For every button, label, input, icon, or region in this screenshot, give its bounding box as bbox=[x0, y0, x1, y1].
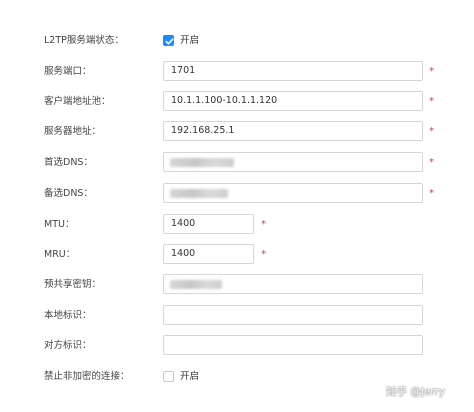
required-mark: * bbox=[261, 219, 266, 230]
required-mark: * bbox=[429, 126, 434, 137]
watermark: 知乎 @jerry bbox=[386, 386, 445, 398]
redacted-value bbox=[170, 189, 228, 198]
mru-row: MRU： 1400 * bbox=[0, 244, 474, 266]
client-pool-row: 客户端地址池： 10.1.1.100-10.1.1.120 * bbox=[0, 91, 474, 113]
primary-dns-row: 首选DNS： * bbox=[0, 152, 474, 174]
required-mark: * bbox=[429, 66, 434, 77]
psk-row: 预共享密钥： bbox=[0, 274, 474, 296]
psk-input[interactable] bbox=[163, 274, 423, 294]
mtu-row: MTU： 1400 * bbox=[0, 214, 474, 236]
peer-id-label: 对方标识： bbox=[44, 340, 92, 351]
server-address-input[interactable]: 192.168.25.1 bbox=[163, 121, 423, 141]
block-unencrypted-checkbox[interactable] bbox=[163, 371, 174, 382]
server-address-label: 服务器地址： bbox=[44, 126, 102, 137]
local-id-input[interactable] bbox=[163, 305, 423, 325]
required-mark: * bbox=[429, 157, 434, 168]
secondary-dns-row: 备选DNS： * bbox=[0, 183, 474, 205]
mtu-label: MTU： bbox=[44, 219, 75, 230]
required-mark: * bbox=[429, 188, 434, 199]
required-mark: * bbox=[429, 96, 434, 107]
primary-dns-input[interactable] bbox=[163, 152, 423, 172]
client-pool-label: 客户端地址池： bbox=[44, 96, 111, 107]
redacted-value bbox=[170, 158, 234, 167]
l2tp-status-label: L2TP服务端状态： bbox=[44, 35, 124, 46]
block-unencrypted-label: 禁止非加密的连接： bbox=[44, 371, 130, 382]
peer-id-row: 对方标识： bbox=[0, 335, 474, 357]
mru-label: MRU： bbox=[44, 249, 76, 260]
secondary-dns-label: 备选DNS： bbox=[44, 188, 93, 199]
client-pool-input[interactable]: 10.1.1.100-10.1.1.120 bbox=[163, 91, 423, 111]
server-address-row: 服务器地址： 192.168.25.1 * bbox=[0, 121, 474, 143]
primary-dns-label: 首选DNS： bbox=[44, 157, 93, 168]
l2tp-status-checkbox[interactable] bbox=[163, 35, 174, 46]
block-unencrypted-checkbox-label: 开启 bbox=[180, 371, 200, 382]
local-id-label: 本地标识： bbox=[44, 310, 92, 321]
psk-label: 预共享密钥： bbox=[44, 279, 102, 290]
mru-input[interactable]: 1400 bbox=[163, 244, 254, 264]
required-mark: * bbox=[261, 249, 266, 260]
l2tp-status-checkbox-label: 开启 bbox=[180, 35, 200, 46]
service-port-label: 服务端口： bbox=[44, 66, 92, 77]
service-port-input[interactable]: 1701 bbox=[163, 61, 423, 81]
peer-id-input[interactable] bbox=[163, 335, 423, 355]
redacted-value bbox=[170, 280, 222, 289]
secondary-dns-input[interactable] bbox=[163, 183, 423, 203]
service-port-row: 服务端口： 1701 * bbox=[0, 61, 474, 83]
checkmark-icon bbox=[165, 38, 174, 45]
l2tp-status-row: L2TP服务端状态： 开启 bbox=[0, 30, 474, 52]
local-id-row: 本地标识： bbox=[0, 305, 474, 327]
mtu-input[interactable]: 1400 bbox=[163, 214, 254, 234]
